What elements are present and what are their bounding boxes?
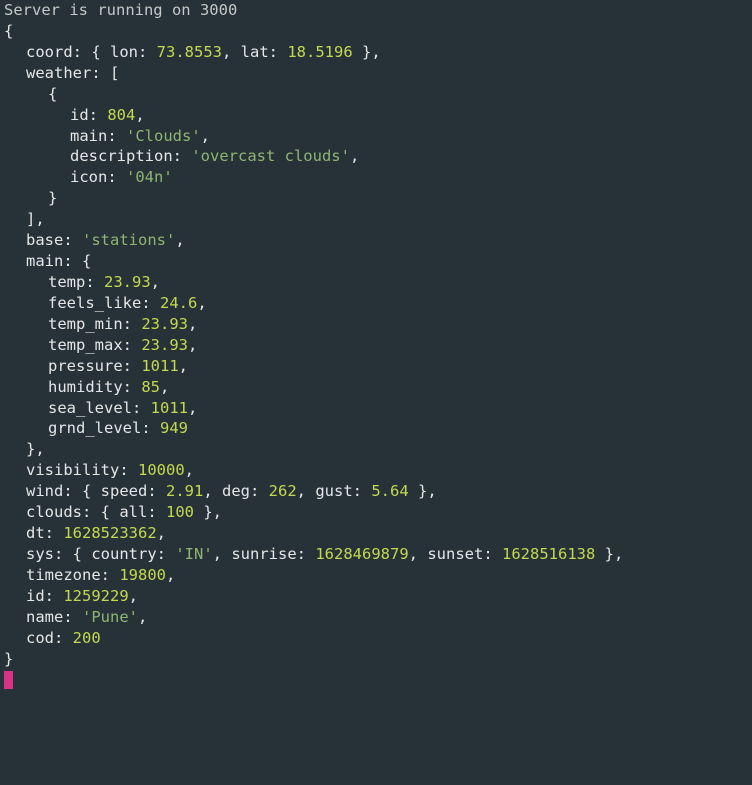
val-feels-like: 24.6 [160, 294, 197, 312]
key-deg: deg [222, 482, 250, 500]
val-gust: 5.64 [371, 482, 408, 500]
key-lon: lon [110, 43, 138, 61]
key-all: all [119, 503, 147, 521]
val-name: 'Pune' [82, 608, 138, 626]
key-wind: wind [26, 482, 63, 500]
close-brace: } [4, 650, 13, 668]
key-weather-icon: icon [70, 168, 107, 186]
val-sunrise: 1628469879 [315, 545, 408, 563]
val-temp: 23.93 [104, 273, 151, 291]
val-weather-desc: 'overcast clouds' [191, 147, 350, 165]
val-lat: 18.5196 [287, 43, 352, 61]
key-gust: gust [315, 482, 352, 500]
val-weather-main: 'Clouds' [126, 127, 201, 145]
key-clouds: clouds [26, 503, 82, 521]
val-visibility: 10000 [138, 461, 185, 479]
key-weather-main: main [70, 127, 107, 145]
key-temp: temp [48, 273, 85, 291]
key-temp-min: temp_min [48, 315, 123, 333]
val-sunset: 1628516138 [502, 545, 595, 563]
key-id: id [26, 587, 45, 605]
key-weather-desc: description [70, 147, 173, 165]
key-cod: cod [26, 629, 54, 647]
val-dt: 1628523362 [63, 524, 156, 542]
key-timezone: timezone [26, 566, 101, 584]
key-base: base [26, 231, 63, 249]
key-sea-level: sea_level [48, 399, 132, 417]
key-sunrise: sunrise [231, 545, 296, 563]
key-humidity: humidity [48, 378, 123, 396]
key-temp-max: temp_max [48, 336, 123, 354]
key-speed: speed [101, 482, 148, 500]
val-speed: 2.91 [166, 482, 203, 500]
key-weather-id: id [70, 106, 89, 124]
key-grnd-level: grnd_level [48, 419, 141, 437]
val-sea-level: 1011 [151, 399, 188, 417]
key-weather: weather [26, 64, 91, 82]
val-temp-max: 23.93 [141, 336, 188, 354]
key-feels-like: feels_like [48, 294, 141, 312]
val-timezone: 19800 [119, 566, 166, 584]
val-country: 'IN' [175, 545, 212, 563]
val-clouds-all: 100 [166, 503, 194, 521]
val-base: 'stations' [82, 231, 175, 249]
key-dt: dt [26, 524, 45, 542]
key-coord: coord [26, 43, 73, 61]
val-grnd-level: 949 [160, 419, 188, 437]
key-main: main [26, 252, 63, 270]
key-country: country [91, 545, 156, 563]
val-cod: 200 [73, 629, 101, 647]
header-line: Server is running on 3000 [4, 1, 237, 19]
key-visibility: visibility [26, 461, 119, 479]
val-weather-icon: '04n' [126, 168, 173, 186]
key-sys: sys [26, 545, 54, 563]
val-deg: 262 [269, 482, 297, 500]
open-brace: { [4, 22, 13, 40]
val-pressure: 1011 [141, 357, 178, 375]
val-temp-min: 23.93 [141, 315, 188, 333]
terminal-cursor [4, 671, 13, 689]
val-weather-id: 804 [107, 106, 135, 124]
key-pressure: pressure [48, 357, 123, 375]
val-lon: 73.8553 [157, 43, 222, 61]
key-name: name [26, 608, 63, 626]
key-lat: lat [241, 43, 269, 61]
key-sunset: sunset [427, 545, 483, 563]
val-id: 1259229 [63, 587, 128, 605]
val-humidity: 85 [141, 378, 160, 396]
terminal-output: Server is running on 3000 { coord: { lon… [4, 0, 748, 690]
